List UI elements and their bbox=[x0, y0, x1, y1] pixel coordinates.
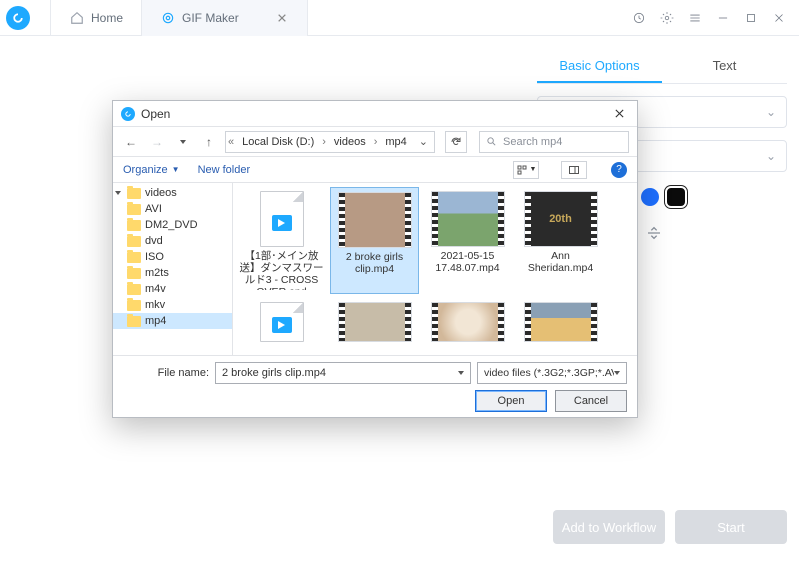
start-button[interactable]: Start bbox=[675, 510, 787, 544]
dialog-close-icon[interactable] bbox=[609, 104, 629, 124]
footer-buttons: Add to Workflow Start bbox=[553, 510, 787, 544]
tree-item-iso[interactable]: ISO bbox=[113, 249, 232, 265]
tab-home[interactable]: Home bbox=[50, 0, 142, 36]
swatch-black[interactable] bbox=[667, 188, 685, 206]
tab-close-icon[interactable] bbox=[275, 11, 289, 25]
file-thumbnail: 20th bbox=[524, 191, 598, 247]
history-icon[interactable] bbox=[625, 4, 653, 32]
tab-gif-maker-label: GIF Maker bbox=[182, 11, 239, 25]
file-item[interactable]: 2021-05-15 17.48.07.mp4 bbox=[423, 187, 512, 294]
dialog-titlebar: Open bbox=[113, 101, 637, 127]
file-item[interactable]: 2 broke girls clip.mp4 bbox=[330, 187, 419, 294]
preview-pane-icon[interactable] bbox=[561, 161, 587, 179]
search-input[interactable]: Search mp4 bbox=[479, 131, 629, 153]
dialog-toolbar: Organize ▼ New folder ▼ ? bbox=[113, 157, 637, 183]
right-panel-tabs: Basic Options Text bbox=[537, 48, 787, 84]
dialog-title: Open bbox=[141, 107, 170, 121]
open-button[interactable]: Open bbox=[475, 390, 547, 412]
dialog-footer: File name: 2 broke girls clip.mp4 video … bbox=[113, 355, 637, 417]
nav-back-icon[interactable]: ← bbox=[121, 131, 141, 153]
file-label: 【1部･メイン放送】ダンマスワールド3 - CROSS OVER and ASS… bbox=[239, 250, 324, 290]
tab-home-label: Home bbox=[91, 11, 123, 25]
nav-recent-icon[interactable] bbox=[173, 131, 193, 153]
tree-item-m2ts[interactable]: m2ts bbox=[113, 265, 232, 281]
file-thumbnail bbox=[260, 302, 304, 342]
path-bar[interactable]: « Local Disk (D:) › videos › mp4 ⌄ bbox=[225, 131, 435, 153]
tab-basic-options[interactable]: Basic Options bbox=[537, 48, 662, 83]
file-label: Ann Sheridan.mp4 bbox=[518, 250, 603, 274]
path-seg-videos[interactable]: videos bbox=[328, 132, 372, 152]
filename-label: File name: bbox=[123, 367, 209, 379]
refresh-icon[interactable] bbox=[445, 131, 467, 153]
tab-text[interactable]: Text bbox=[662, 48, 787, 83]
file-thumbnail bbox=[431, 302, 505, 342]
settings-icon[interactable] bbox=[653, 4, 681, 32]
path-chevron-icon[interactable]: ⌄ bbox=[413, 135, 434, 148]
path-seg-mp4[interactable]: mp4 bbox=[379, 132, 412, 152]
view-mode-icon[interactable]: ▼ bbox=[513, 161, 539, 179]
file-thumbnail bbox=[338, 192, 412, 248]
file-item[interactable] bbox=[237, 298, 326, 346]
tree-item-mkv[interactable]: mkv bbox=[113, 297, 232, 313]
organize-button[interactable]: Organize ▼ bbox=[123, 164, 180, 176]
tree-item-mp4[interactable]: mp4 bbox=[113, 313, 232, 329]
file-thumbnail bbox=[260, 191, 304, 247]
chevron-down-icon: ⌄ bbox=[766, 149, 776, 163]
dialog-app-icon bbox=[121, 107, 135, 121]
search-placeholder: Search mp4 bbox=[503, 136, 562, 148]
chevron-down-icon bbox=[614, 371, 620, 375]
tree-item-m4v[interactable]: m4v bbox=[113, 281, 232, 297]
filetype-value: video files (*.3G2;*.3GP;*.AVI;*.D bbox=[484, 367, 614, 379]
filename-input[interactable]: 2 broke girls clip.mp4 bbox=[215, 362, 471, 384]
nav-up-icon[interactable]: ↑ bbox=[199, 131, 219, 153]
close-icon[interactable] bbox=[765, 4, 793, 32]
flip-vertical-icon[interactable] bbox=[645, 224, 663, 242]
maximize-icon[interactable] bbox=[737, 4, 765, 32]
tree-root-videos[interactable]: videos bbox=[113, 185, 232, 201]
path-drive[interactable]: Local Disk (D:) bbox=[236, 132, 320, 152]
folder-tree: videos AVI DM2_DVD dvd ISO m2ts m4v mkv … bbox=[113, 183, 233, 355]
filetype-select[interactable]: video files (*.3G2;*.3GP;*.AVI;*.D bbox=[477, 362, 627, 384]
tree-item-avi[interactable]: AVI bbox=[113, 201, 232, 217]
filename-value: 2 broke girls clip.mp4 bbox=[222, 367, 326, 379]
dialog-navbar: ← → ↑ « Local Disk (D:) › videos › mp4 ⌄… bbox=[113, 127, 637, 157]
file-item[interactable]: 【1部･メイン放送】ダンマスワールド3 - CROSS OVER and ASS… bbox=[237, 187, 326, 294]
tree-item-dvd[interactable]: dvd bbox=[113, 233, 232, 249]
file-item[interactable] bbox=[423, 298, 512, 346]
file-item[interactable] bbox=[516, 298, 605, 346]
open-file-dialog: Open ← → ↑ « Local Disk (D:) › videos › … bbox=[112, 100, 638, 418]
chevron-down-icon: ⌄ bbox=[766, 105, 776, 119]
app-logo bbox=[6, 6, 30, 30]
file-label: 2 broke girls clip.mp4 bbox=[333, 251, 416, 275]
file-grid: 【1部･メイン放送】ダンマスワールド3 - CROSS OVER and ASS… bbox=[233, 183, 637, 355]
new-folder-button[interactable]: New folder bbox=[198, 164, 251, 176]
gif-icon bbox=[160, 10, 176, 26]
file-thumbnail bbox=[431, 191, 505, 247]
nav-forward-icon[interactable]: → bbox=[147, 131, 167, 153]
cancel-button[interactable]: Cancel bbox=[555, 390, 627, 412]
swatch-blue[interactable] bbox=[641, 188, 659, 206]
file-item[interactable] bbox=[330, 298, 419, 346]
menu-icon[interactable] bbox=[681, 4, 709, 32]
file-thumbnail bbox=[338, 302, 412, 342]
minimize-icon[interactable] bbox=[709, 4, 737, 32]
chevron-down-icon bbox=[458, 371, 464, 375]
titlebar: Home GIF Maker bbox=[0, 0, 799, 36]
file-thumbnail bbox=[524, 302, 598, 342]
tree-item-dm2dvd[interactable]: DM2_DVD bbox=[113, 217, 232, 233]
file-item[interactable]: 20th Ann Sheridan.mp4 bbox=[516, 187, 605, 294]
tab-gif-maker[interactable]: GIF Maker bbox=[142, 0, 308, 36]
home-icon bbox=[69, 10, 85, 26]
help-icon[interactable]: ? bbox=[611, 162, 627, 178]
file-label: 2021-05-15 17.48.07.mp4 bbox=[425, 250, 510, 274]
search-icon bbox=[486, 136, 497, 147]
add-to-workflow-button[interactable]: Add to Workflow bbox=[553, 510, 665, 544]
